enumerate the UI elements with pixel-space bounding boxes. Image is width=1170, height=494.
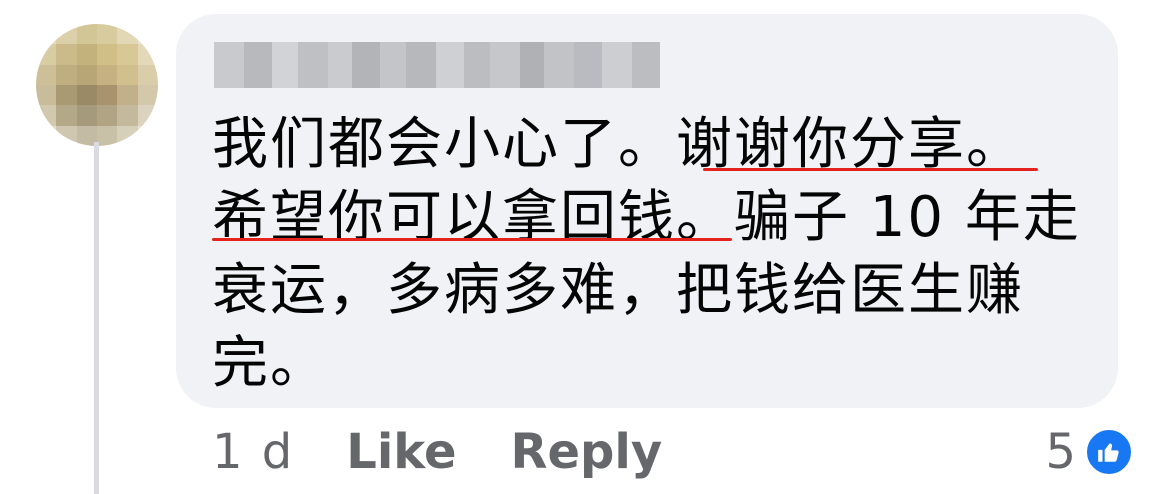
comment-actions: 1 d Like Reply [212, 424, 716, 480]
comment-item: 我们都会小心了。谢谢你分享。 希望你可以拿回钱。骗子 10 年走 衰运，多病多难，把… [0, 0, 1170, 494]
comment-line: 衰运，多病多难，把钱给医生赚 [212, 258, 1024, 323]
comment-text: 我们都会小心了。谢谢你分享。 希望你可以拿回钱。骗子 10 年走 衰运，多病多难，把… [212, 108, 1092, 400]
red-underline [703, 168, 1038, 171]
comment-line: 希望你可以拿回钱。骗子 10 年走 [212, 185, 1081, 250]
red-underline [212, 238, 732, 241]
reply-button[interactable]: Reply [511, 424, 663, 480]
author-name[interactable] [214, 42, 660, 88]
comment-line: 完。 [212, 331, 328, 396]
thread-line [94, 142, 99, 494]
avatar[interactable] [36, 24, 158, 146]
like-button[interactable]: Like [346, 424, 456, 480]
comment-timestamp[interactable]: 1 d [212, 424, 294, 480]
reaction-summary[interactable]: 5 [1045, 424, 1134, 480]
reaction-count: 5 [1045, 424, 1076, 480]
thumbs-up-icon [1084, 427, 1134, 477]
